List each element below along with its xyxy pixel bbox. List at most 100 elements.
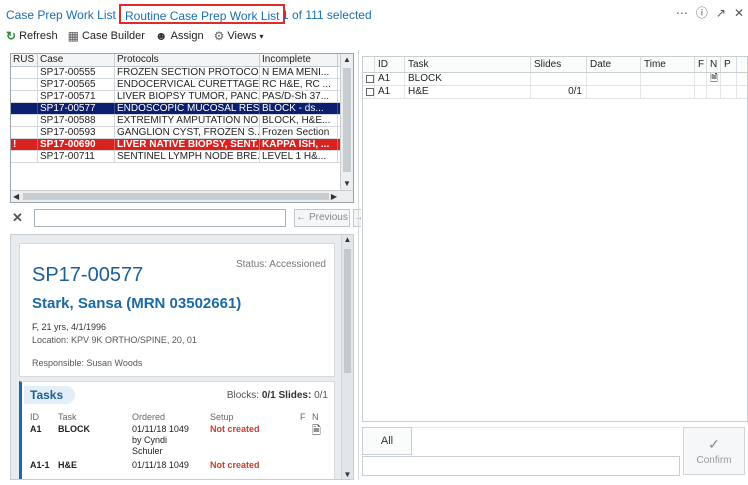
task-row-name: H&E: [58, 460, 78, 470]
header-rus[interactable]: RUS: [11, 54, 38, 66]
chevron-down-icon: ▾: [259, 31, 264, 41]
row-rus-flag: [11, 115, 38, 126]
table-row[interactable]: SP17-00588 EXTREMITY AMPUTATION NO... BLOC…: [11, 115, 353, 127]
header-slides[interactable]: Slides: [531, 57, 587, 72]
scroll-down-icon[interactable]: ▼: [341, 178, 353, 190]
scroll-down-icon[interactable]: ▼: [342, 470, 353, 479]
task-row-ordered: 01/11/18 1049: [132, 424, 189, 434]
case-builder-icon: ▦: [67, 29, 79, 43]
help-icon[interactable]: ⓘ: [696, 6, 708, 22]
task-row-id: A1-1: [30, 460, 50, 470]
patient-name[interactable]: Stark, Sansa (MRN 03502661): [32, 295, 241, 312]
refresh-button[interactable]: ↻ Refresh: [6, 29, 58, 43]
responsible-person: Responsible: Susan Woods: [32, 358, 143, 368]
previous-button[interactable]: ← Previous: [294, 209, 350, 227]
row-protocol: LIVER BIOPSY TUMOR, PANC...: [117, 91, 260, 102]
toolbar: ↻ Refresh ▦ Case Builder ☻ Assign ⚙ View…: [6, 27, 264, 45]
header-protocols[interactable]: Protocols: [115, 54, 260, 66]
confirm-button[interactable]: ✓ Confirm: [683, 427, 745, 475]
scroll-thumb[interactable]: [343, 68, 351, 172]
clear-icon[interactable]: ✕: [12, 210, 23, 226]
row-checkbox[interactable]: [363, 73, 375, 85]
row-protocol: ENDOSCOPIC MUCOSAL RES...: [117, 103, 260, 114]
view-name-link[interactable]: Routine Case Prep Work List: [119, 4, 285, 24]
table-row[interactable]: SP17-00711 SENTINEL LYMPH NODE BRE... LEVE…: [11, 151, 353, 163]
note-icon[interactable]: 🗎: [312, 422, 321, 441]
header-f[interactable]: F: [695, 57, 707, 72]
views-label: Views: [227, 30, 257, 42]
row-date: [587, 73, 641, 85]
blocks-label: Blocks:: [226, 390, 260, 401]
scroll-right-icon[interactable]: ▶: [331, 191, 337, 202]
row-incomplete: BLOCK, H&E...: [260, 115, 338, 126]
detail-vscroll[interactable]: ▲ ▼: [341, 235, 353, 479]
header-n[interactable]: N: [707, 57, 721, 72]
page-title: Case Prep Work List: [6, 8, 116, 22]
note-icon[interactable]: 🗎: [707, 73, 721, 85]
case-builder-button[interactable]: ▦ Case Builder: [68, 29, 145, 43]
case-number[interactable]: SP17-00577: [32, 264, 143, 287]
table-row[interactable]: SP17-00571 LIVER BIOPSY TUMOR, PANC... PAS…: [11, 91, 353, 103]
row-case: SP17-00690: [38, 139, 115, 150]
table-row[interactable]: SP17-00565 ENDOCERVICAL CURETTAGE... RC H&…: [11, 79, 353, 91]
ellipsis-icon[interactable]: ⋯: [676, 6, 688, 22]
scroll-up-icon[interactable]: ▲: [341, 54, 353, 66]
checkmark-icon: ✓: [708, 436, 720, 452]
row-protocol: ENDOCERVICAL CURETTAGE...: [117, 79, 260, 90]
case-grid-hscroll[interactable]: ◀ ▶: [11, 190, 353, 202]
pane-divider[interactable]: [358, 50, 359, 480]
header-select[interactable]: [363, 57, 375, 72]
tasks-col-ordered: Ordered: [132, 412, 166, 422]
row-incomplete: N EMA MENI...: [260, 67, 338, 78]
header-time[interactable]: Time: [641, 57, 695, 72]
case-grid-rows: SP17-00555 FROZEN SECTION PROTOCO... N EMA…: [11, 67, 353, 163]
table-row[interactable]: ! SP17-00690 LIVER NATIVE BIOPSY, SENT... K…: [11, 139, 353, 151]
hscroll-thumb[interactable]: [23, 193, 329, 200]
task-row-name: BLOCK: [58, 424, 90, 434]
row-slides: [531, 73, 587, 85]
assign-button[interactable]: ☻ Assign: [155, 29, 204, 43]
close-icon[interactable]: ✕: [734, 6, 744, 22]
header-task[interactable]: Task: [405, 57, 531, 72]
slides-label: Slides:: [278, 390, 312, 401]
case-grid-header: RUS Case Protocols Incomplete: [11, 54, 353, 67]
header-incomplete[interactable]: Incomplete: [260, 54, 338, 66]
table-row[interactable]: SP17-00555 FROZEN SECTION PROTOCO... N EMA…: [11, 67, 353, 79]
row-task: BLOCK: [405, 73, 531, 85]
header-case[interactable]: Case: [38, 54, 115, 66]
row-case: SP17-00593: [38, 127, 115, 138]
scroll-up-icon[interactable]: ▲: [342, 235, 353, 244]
task-row-ordered: 01/11/18 1049: [132, 460, 189, 470]
header-id[interactable]: ID: [375, 57, 405, 72]
row-f: [695, 73, 707, 85]
task-row-ordered-name: Schuler: [132, 446, 163, 456]
row-incomplete: LEVEL 1 H&...: [260, 151, 338, 162]
tasks-col-f: F: [300, 412, 306, 422]
case-grid-vscroll[interactable]: ▲ ▼: [340, 54, 353, 190]
case-status: Status: Accessioned: [235, 259, 326, 270]
row-time: [641, 86, 695, 98]
header-date[interactable]: Date: [587, 57, 641, 72]
row-protocol: EXTREMITY AMPUTATION NO...: [117, 115, 260, 126]
views-button[interactable]: ⚙ Views ▾: [214, 29, 264, 43]
row-checkbox[interactable]: [363, 86, 375, 98]
row-case: SP17-00711: [38, 151, 115, 162]
table-row[interactable]: SP17-00593 GANGLION CYST, FROZEN S... Froz…: [11, 127, 353, 139]
task-row-setup: Not created: [210, 424, 260, 434]
table-row[interactable]: SP17-00577 ENDOSCOPIC MUCOSAL RES... BLOCK…: [11, 103, 353, 115]
tasks-col-task: Task: [58, 412, 77, 422]
expand-icon[interactable]: ↗: [716, 6, 726, 22]
all-button[interactable]: All: [362, 427, 412, 455]
header-p[interactable]: P: [721, 57, 737, 72]
table-row[interactable]: A1 BLOCK 🗎: [363, 73, 747, 86]
row-protocol: FROZEN SECTION PROTOCO...: [117, 67, 260, 78]
scroll-left-icon[interactable]: ◀: [13, 191, 19, 202]
detail-scroll-thumb[interactable]: [344, 249, 351, 373]
task-grid: ID Task Slides Date Time F N P A1 BLOCK …: [362, 56, 748, 422]
search-input[interactable]: [34, 209, 286, 227]
scan-input[interactable]: [362, 456, 680, 476]
table-row[interactable]: A1 H&E 0/1: [363, 86, 747, 99]
row-n: [707, 86, 721, 98]
next-button[interactable]: →: [353, 209, 361, 227]
selection-count: 1 of 111 selected: [282, 8, 372, 22]
